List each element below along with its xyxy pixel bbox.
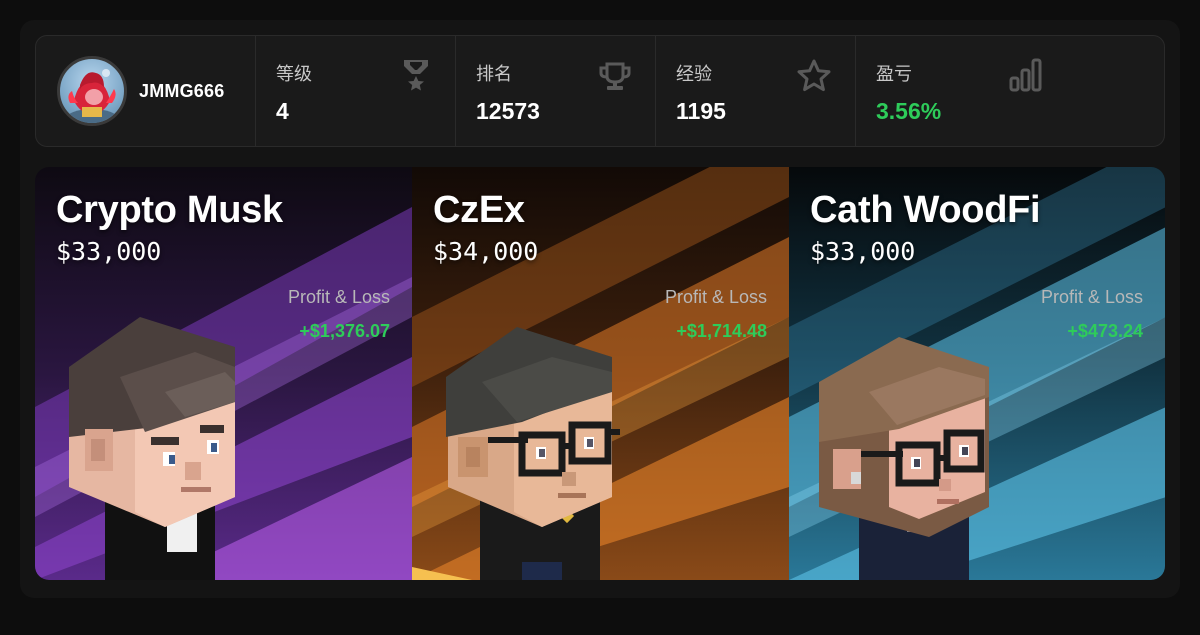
trader-name: CzEx [433, 189, 525, 231]
pnl-label: Profit & Loss [664, 287, 767, 307]
pnl-label: Profit & Loss [287, 287, 390, 307]
trader-card-czex[interactable]: CzEx $34,000 Profit & Loss +$1,714.48 [412, 167, 789, 580]
username: JMMG666 [139, 80, 225, 101]
pnl-value: +$1,714.48 [676, 321, 767, 341]
stat-level: 等级 4 [256, 36, 456, 146]
pnl-value: +$1,376.07 [299, 321, 390, 341]
trader-price: $34,000 [433, 237, 539, 266]
bar-chart-icon [1009, 58, 1043, 97]
dashboard-panel: JMMG666 等级 4 排名 12573 经验 1195 盈亏 3.56% C… [20, 20, 1180, 598]
pnl-label: Profit & Loss [1040, 287, 1143, 307]
trader-price: $33,000 [56, 237, 162, 266]
stat-profit-loss: 盈亏 3.56% [856, 36, 1164, 146]
stat-rank-value: 12573 [476, 98, 540, 124]
star-icon [796, 58, 832, 99]
trader-card-crypto-musk[interactable]: Crypto Musk $33,000 Profit & Loss +$1,37… [35, 167, 412, 580]
trophy-icon [598, 62, 632, 97]
trader-cards: Crypto Musk $33,000 Profit & Loss +$1,37… [35, 167, 1165, 580]
avatar[interactable] [57, 56, 127, 126]
trader-name: Cath WoodFi [810, 189, 1041, 231]
trader-name: Crypto Musk [56, 189, 283, 231]
stat-experience: 经验 1195 [656, 36, 856, 146]
stat-level-value: 4 [276, 98, 289, 124]
stat-rank: 排名 12573 [456, 36, 656, 146]
stat-profit-loss-value: 3.56% [876, 98, 942, 124]
trader-card-cath-woodfi[interactable]: Cath WoodFi $33,000 Profit & Loss +$473.… [789, 167, 1165, 580]
medal-icon [402, 58, 430, 97]
stats-bar: JMMG666 等级 4 排名 12573 经验 1195 盈亏 3.56% [35, 35, 1165, 147]
profile-section[interactable]: JMMG666 [36, 36, 256, 146]
trader-price: $33,000 [810, 237, 916, 266]
pnl-value: +$473.24 [1067, 321, 1143, 341]
stat-experience-value: 1195 [676, 98, 726, 124]
